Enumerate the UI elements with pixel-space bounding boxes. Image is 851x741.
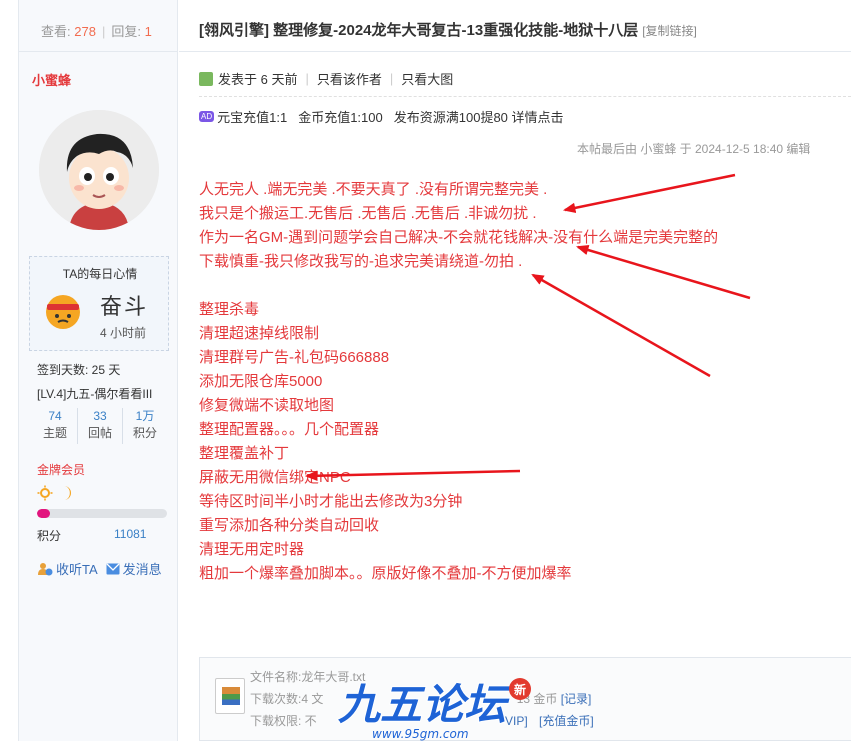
message-label: 发消息: [122, 562, 162, 577]
content-line: 等待区时间半小时才能出去修改为3分钟: [199, 493, 463, 510]
content-line: 整理杀毒: [199, 301, 260, 318]
online-user-icon: [199, 71, 213, 86]
attachment-box: 文件名称:龙年大哥.txt 下载次数:4 文 13 金币 [记录] 下载权限: …: [199, 657, 851, 741]
mood-text: 奋斗: [100, 294, 149, 319]
only-author-link[interactable]: 只看该作者: [317, 69, 382, 88]
content-line: 我只是个搬运工.无售后 .无售后 .无售后 .非诚勿扰 .: [199, 205, 537, 222]
author-name[interactable]: 小蜜蜂: [32, 70, 71, 89]
follow-icon: [38, 562, 53, 575]
content-line: 整理配置器。。。几个配置器: [199, 421, 380, 438]
views-label: 查看:: [41, 24, 71, 39]
count-credits[interactable]: 1万 积分: [122, 408, 167, 444]
medals: [37, 485, 73, 501]
credit-label: 积分: [37, 529, 62, 543]
download-count: 下载次数:4 文: [250, 692, 324, 706]
ad-link-gold[interactable]: 金币充值1:100: [298, 107, 383, 126]
thread-stats: 查看: 278 | 回复: 1: [41, 24, 152, 39]
sun-medal-icon: [37, 485, 53, 501]
content-line: 作为一名GM-遇到问题学会自己解决-不会就花钱解决-没有什么端是完美完整的: [199, 229, 719, 246]
avatar[interactable]: [39, 110, 159, 230]
edit-notice: 本帖最后由 小蜜蜂 于 2024-12-5 18:40 编辑: [577, 142, 811, 156]
content-line: 添加无限仓库5000: [199, 373, 323, 390]
content-line: 粗加一个爆率叠加脚本。。原版好像不叠加-不方便加爆率: [199, 565, 572, 582]
content-line: 清理群号广告-礼包码666888: [199, 349, 390, 366]
content-line: [199, 274, 718, 298]
recharge-link[interactable]: [充值金币]: [539, 714, 594, 728]
author-actions: 收听TA 发消息: [37, 559, 162, 578]
content-line: 清理无用定时器: [199, 541, 305, 558]
follow-button[interactable]: 收听TA: [37, 559, 98, 578]
content-line: 人无完人 .端无完美 .不要天真了 .没有所谓完整完美 .: [199, 181, 548, 198]
mood-time: 4 小时前: [100, 326, 147, 340]
ad-links: AD 元宝充值1:1 金币充值1:100 发布资源满100提80 详情点击: [199, 107, 564, 126]
avatar-illustration: [39, 110, 159, 230]
mood-emoji-icon: [46, 295, 80, 329]
mood-title: TA的每日心情: [62, 267, 138, 281]
thread-title: [翎风引擎] 整理修复-2024龙年大哥复古-13重强化技能-地狱十八层 [复制链…: [199, 19, 697, 40]
file-name[interactable]: 文件名称:龙年大哥.txt: [250, 668, 365, 685]
content-line: 修复微端不读取地图: [199, 397, 335, 414]
content-line: 清理超速掉线限制: [199, 325, 320, 342]
ad-link-publish[interactable]: 发布资源满100提80 详情点击: [394, 107, 564, 126]
post-content: 人无完人 .端无完美 .不要天真了 .没有所谓完整完美 . 我只是个搬运工.无售…: [199, 178, 718, 586]
replies-label: 回复:: [111, 24, 141, 39]
count-threads[interactable]: 74 主题: [33, 408, 77, 444]
content-line: 屏蔽无用微信绑定NPC: [199, 469, 351, 486]
post-time: 发表于 6 天前: [218, 72, 298, 87]
replies-count: 1: [144, 24, 152, 39]
views-count: 278: [74, 24, 96, 39]
member-group[interactable]: 金牌会员: [37, 461, 85, 478]
count-value: 1万: [135, 409, 155, 423]
record-link[interactable]: [记录]: [561, 692, 592, 706]
credit-value: 11081: [114, 527, 147, 541]
count-value: 33: [93, 409, 107, 423]
credit-progress-bar: [37, 509, 167, 518]
file-icon[interactable]: [215, 678, 245, 714]
count-label: 积分: [132, 426, 157, 440]
author-sidebar: 查看: 278 | 回复: 1 小蜜蜂 TA的每日心情 奋斗 4 小时前 签到天…: [18, 0, 178, 741]
file-permission: 下载权限: 不 VIP] [充值金币]: [250, 712, 594, 729]
divider: [179, 51, 851, 52]
divider: [199, 96, 851, 97]
divider: [19, 51, 178, 52]
user-counts: 74 主题 33 回帖 1万 积分: [33, 408, 167, 444]
user-level[interactable]: [LV.4]九五-偶尔看看III: [37, 385, 152, 402]
post-meta: 发表于 6 天前 | 只看该作者 | 只看大图: [199, 69, 453, 88]
only-image-link[interactable]: 只看大图: [401, 69, 453, 88]
daily-mood-box: TA的每日心情 奋斗 4 小时前: [29, 256, 169, 351]
count-label: 回帖: [87, 426, 112, 440]
count-label: 主题: [42, 426, 67, 440]
vip-link[interactable]: VIP]: [505, 714, 528, 728]
follow-label: 收听TA: [56, 562, 98, 577]
file-downloads: 下载次数:4 文 13 金币 [记录]: [250, 690, 591, 707]
moon-medal-icon: [64, 486, 71, 500]
signin-days: 签到天数: 25 天: [37, 363, 121, 377]
count-value: 74: [48, 409, 62, 423]
ad-link-ingot[interactable]: 元宝充值1:1: [217, 107, 287, 126]
copy-link-button[interactable]: [复制链接]: [642, 24, 697, 38]
count-replies[interactable]: 33 回帖: [77, 408, 122, 444]
content-line: 下载慎重-我只修改我写的-追求完美请绕道-勿拍 .: [199, 253, 523, 270]
send-message-button[interactable]: 发消息: [106, 559, 162, 578]
progress-fill: [37, 509, 50, 518]
content-line: 重写添加各种分类自动回收: [199, 517, 380, 534]
ad-badge: AD: [199, 111, 215, 122]
download-cost: 13 金币: [516, 692, 558, 706]
mail-icon: [106, 563, 120, 574]
thread-title-text: [翎风引擎] 整理修复-2024龙年大哥复古-13重强化技能-地狱十八层: [199, 22, 639, 39]
permission-text: 下载权限: 不: [250, 714, 317, 728]
content-line: 整理覆盖补丁: [199, 445, 290, 462]
